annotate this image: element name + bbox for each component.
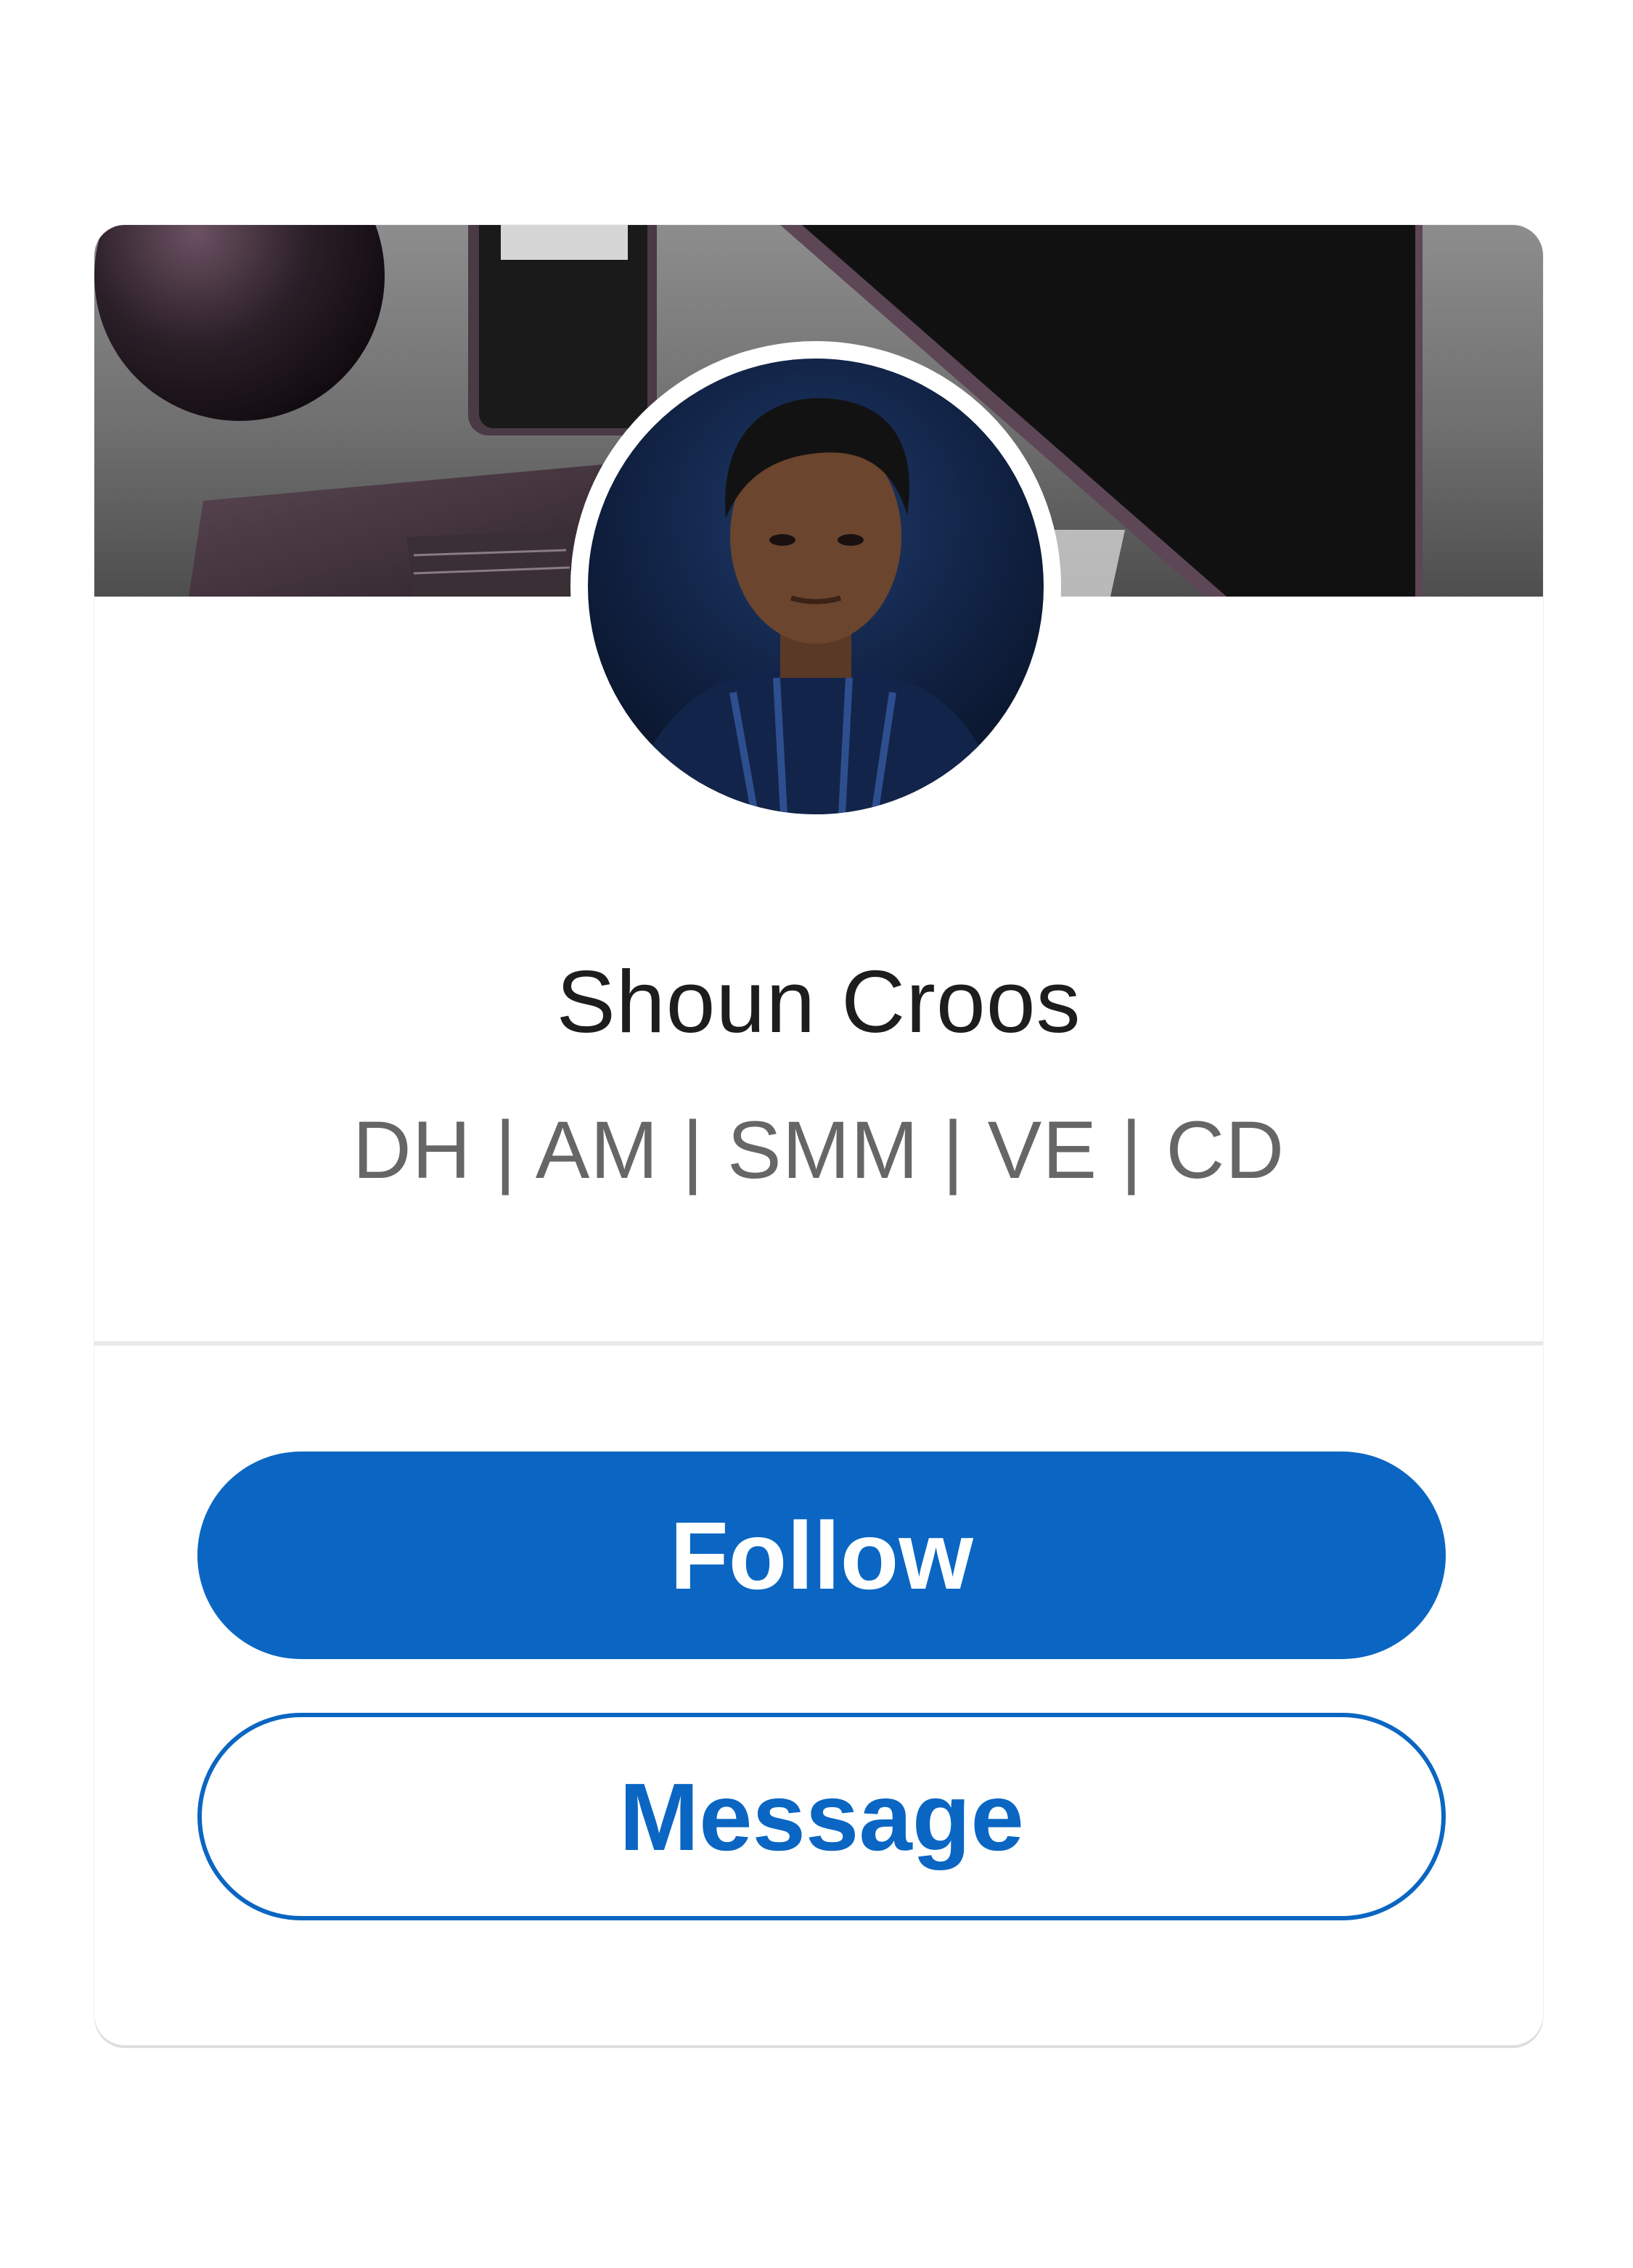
follow-button-label: Follow	[670, 1502, 973, 1609]
profile-name[interactable]: Shoun Croos	[94, 951, 1543, 1052]
message-button[interactable]: Message	[197, 1713, 1446, 1920]
avatar-portrait-image	[631, 398, 1000, 814]
avatar[interactable]	[588, 359, 1044, 814]
divider	[94, 1341, 1543, 1346]
profile-headline: DH | AM | SMM | VE | CD	[352, 1105, 1285, 1195]
avatar-frame[interactable]	[570, 341, 1061, 832]
follow-button[interactable]: Follow	[197, 1452, 1446, 1659]
profile-card: Shoun Croos DH | AM | SMM | VE | CD Foll…	[94, 225, 1543, 2045]
message-button-label: Message	[619, 1763, 1024, 1870]
